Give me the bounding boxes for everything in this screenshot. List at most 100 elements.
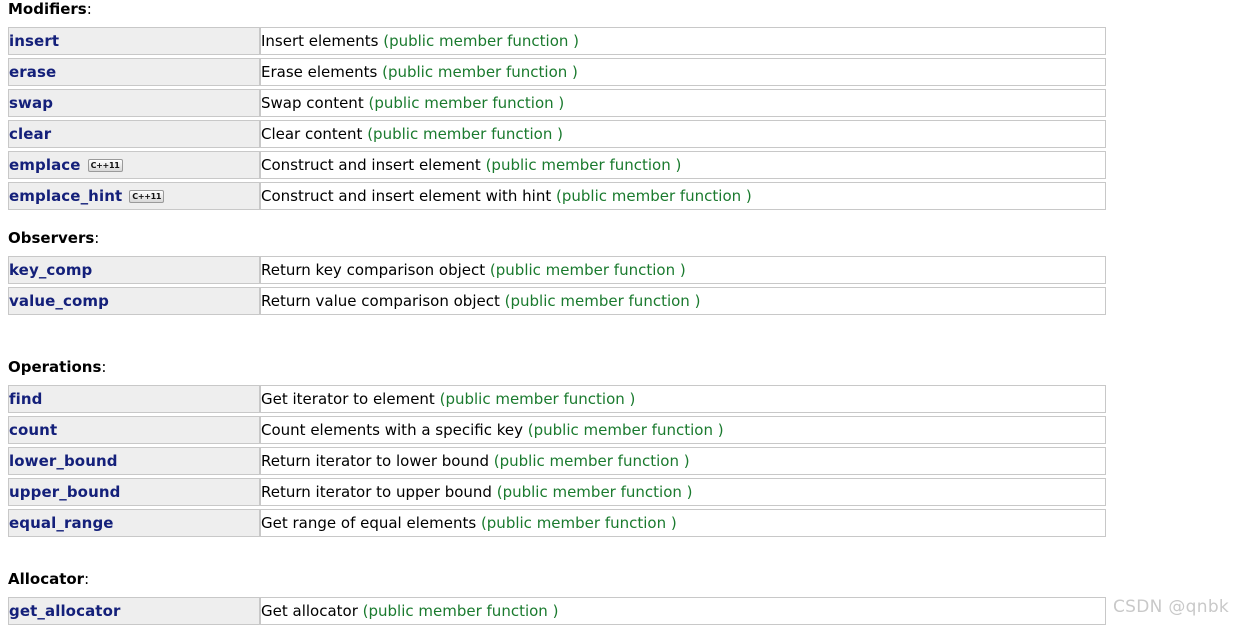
table-row: value_comp Return value comparison object… bbox=[8, 287, 1106, 315]
cpp11-badge-icon: C++11 bbox=[129, 190, 165, 203]
member-link-count[interactable]: count bbox=[9, 421, 57, 439]
member-link-upper_bound[interactable]: upper_bound bbox=[9, 483, 120, 501]
member-name-cell[interactable]: insert bbox=[8, 27, 260, 55]
section-title: Observers: bbox=[0, 229, 1110, 247]
member-link-clear[interactable]: clear bbox=[9, 125, 51, 143]
table-row: equal_range Get range of equal elements (… bbox=[8, 509, 1106, 537]
member-kind-text: (public member function ) bbox=[368, 94, 565, 112]
member-link-find[interactable]: find bbox=[9, 390, 42, 408]
member-kind-text: (public member function ) bbox=[496, 483, 693, 501]
member-description-text: Get iterator to element bbox=[261, 390, 440, 408]
member-description-cell: Return iterator to lower bound (public m… bbox=[260, 447, 1106, 475]
section-title-colon: : bbox=[84, 570, 90, 588]
cpp11-badge-icon: C++11 bbox=[87, 159, 123, 172]
member-name-cell[interactable]: get_allocator bbox=[8, 597, 260, 625]
member-description-text: Get range of equal elements bbox=[261, 514, 481, 532]
table-row: clear Clear content (public member functi… bbox=[8, 120, 1106, 148]
member-description-text: Get allocator bbox=[261, 602, 363, 620]
member-name-cell[interactable]: lower_bound bbox=[8, 447, 260, 475]
member-link-value_comp[interactable]: value_comp bbox=[9, 292, 109, 310]
member-description-text: Swap content bbox=[261, 94, 369, 112]
member-description-text: Construct and insert element with hint bbox=[261, 187, 556, 205]
member-name-cell[interactable]: equal_range bbox=[8, 509, 260, 537]
member-description-cell: Return key comparison object (public mem… bbox=[260, 256, 1106, 284]
member-description-cell: Construct and insert element (public mem… bbox=[260, 151, 1106, 179]
member-description-cell: Erase elements (public member function ) bbox=[260, 58, 1106, 86]
section-title-colon: : bbox=[101, 358, 107, 376]
member-function-reference-page: Modifiers: insert Insert elements (public … bbox=[0, 0, 1244, 628]
section-title-text: Allocator bbox=[8, 570, 85, 588]
member-name-cell[interactable]: swap bbox=[8, 89, 260, 117]
member-name-cell[interactable]: key_comp bbox=[8, 256, 260, 284]
section-modifiers: Modifiers: insert Insert elements (public … bbox=[0, 0, 1110, 213]
member-link-swap[interactable]: swap bbox=[9, 94, 53, 112]
member-name-cell[interactable]: emplace_hint C++11 bbox=[8, 182, 260, 210]
section-title: Operations: bbox=[0, 358, 1110, 376]
member-name-cell[interactable]: count bbox=[8, 416, 260, 444]
member-description-cell: Return value comparison object (public m… bbox=[260, 287, 1106, 315]
table-row: lower_bound Return iterator to lower boun… bbox=[8, 447, 1106, 475]
member-description-text: Construct and insert element bbox=[261, 156, 486, 174]
table-row: insert Insert elements (public member fun… bbox=[8, 27, 1106, 55]
member-description-cell: Return iterator to upper bound (public m… bbox=[260, 478, 1106, 506]
member-name-cell[interactable]: find bbox=[8, 385, 260, 413]
csdn-watermark: CSDN @qnbk bbox=[1113, 597, 1230, 617]
member-kind-text: (public member function ) bbox=[382, 63, 578, 81]
member-link-equal_range[interactable]: equal_range bbox=[9, 514, 114, 532]
section-operations: Operations: find Get iterator to element (… bbox=[0, 358, 1110, 540]
section-title-text: Operations bbox=[8, 358, 102, 376]
section-observers: Observers: key_comp Return key comparison … bbox=[0, 229, 1110, 318]
member-description-cell: Get iterator to element (public member f… bbox=[260, 385, 1106, 413]
member-function-table: find Get iterator to element (public memb… bbox=[8, 382, 1106, 540]
section-title-text: Modifiers bbox=[8, 0, 87, 18]
member-kind-text: (public member function ) bbox=[527, 421, 724, 439]
member-link-lower_bound[interactable]: lower_bound bbox=[9, 452, 118, 470]
member-name-cell[interactable]: clear bbox=[8, 120, 260, 148]
table-row: key_comp Return key comparison object (pu… bbox=[8, 256, 1106, 284]
table-row: emplace_hint C++11 Construct and insert el… bbox=[8, 182, 1106, 210]
member-description-text: Return key comparison object bbox=[261, 261, 490, 279]
member-name-cell[interactable]: emplace C++11 bbox=[8, 151, 260, 179]
member-link-erase[interactable]: erase bbox=[9, 63, 56, 81]
member-link-emplace_hint[interactable]: emplace_hint bbox=[9, 187, 122, 205]
member-description-cell: Insert elements (public member function … bbox=[260, 27, 1106, 55]
member-description-text: Insert elements bbox=[261, 32, 384, 50]
member-kind-text: (public member function ) bbox=[489, 261, 686, 279]
member-link-key_comp[interactable]: key_comp bbox=[9, 261, 92, 279]
member-description-cell: Clear content (public member function ) bbox=[260, 120, 1106, 148]
member-kind-text: (public member function ) bbox=[480, 514, 677, 532]
member-kind-text: (public member function ) bbox=[504, 292, 701, 310]
member-function-table: insert Insert elements (public member fun… bbox=[8, 24, 1106, 213]
section-allocator: Allocator: get_allocator Get allocator (pu… bbox=[0, 570, 1110, 628]
member-kind-text: (public member function ) bbox=[485, 156, 682, 174]
member-description-text: Return value comparison object bbox=[261, 292, 505, 310]
member-description-cell: Count elements with a specific key (publ… bbox=[260, 416, 1106, 444]
member-description-text: Return iterator to upper bound bbox=[261, 483, 497, 501]
member-description-text: Erase elements bbox=[261, 63, 383, 81]
member-kind-text: (public member function ) bbox=[493, 452, 690, 470]
table-row: find Get iterator to element (public memb… bbox=[8, 385, 1106, 413]
member-name-cell[interactable]: erase bbox=[8, 58, 260, 86]
table-row: count Count elements with a specific key … bbox=[8, 416, 1106, 444]
table-row: get_allocator Get allocator (public membe… bbox=[8, 597, 1106, 625]
member-kind-text: (public member function ) bbox=[439, 390, 636, 408]
member-kind-text: (public member function ) bbox=[383, 32, 580, 50]
section-title: Modifiers: bbox=[0, 0, 1110, 18]
member-description-text: Count elements with a specific key bbox=[261, 421, 528, 439]
member-name-cell[interactable]: value_comp bbox=[8, 287, 260, 315]
member-name-cell[interactable]: upper_bound bbox=[8, 478, 260, 506]
member-description-cell: Construct and insert element with hint (… bbox=[260, 182, 1106, 210]
table-row: upper_bound Return iterator to upper boun… bbox=[8, 478, 1106, 506]
member-description-text: Clear content bbox=[261, 125, 368, 143]
member-link-insert[interactable]: insert bbox=[9, 32, 59, 50]
section-title-text: Observers bbox=[8, 229, 95, 247]
member-kind-text: (public member function ) bbox=[362, 602, 559, 620]
member-description-cell: Swap content (public member function ) bbox=[260, 89, 1106, 117]
section-title: Allocator: bbox=[0, 570, 1110, 588]
member-link-get_allocator[interactable]: get_allocator bbox=[9, 602, 120, 620]
member-description-cell: Get range of equal elements (public memb… bbox=[260, 509, 1106, 537]
table-row: swap Swap content (public member function… bbox=[8, 89, 1106, 117]
member-link-emplace[interactable]: emplace bbox=[9, 156, 81, 174]
table-row: emplace C++11 Construct and insert element… bbox=[8, 151, 1106, 179]
table-row: erase Erase elements (public member funct… bbox=[8, 58, 1106, 86]
